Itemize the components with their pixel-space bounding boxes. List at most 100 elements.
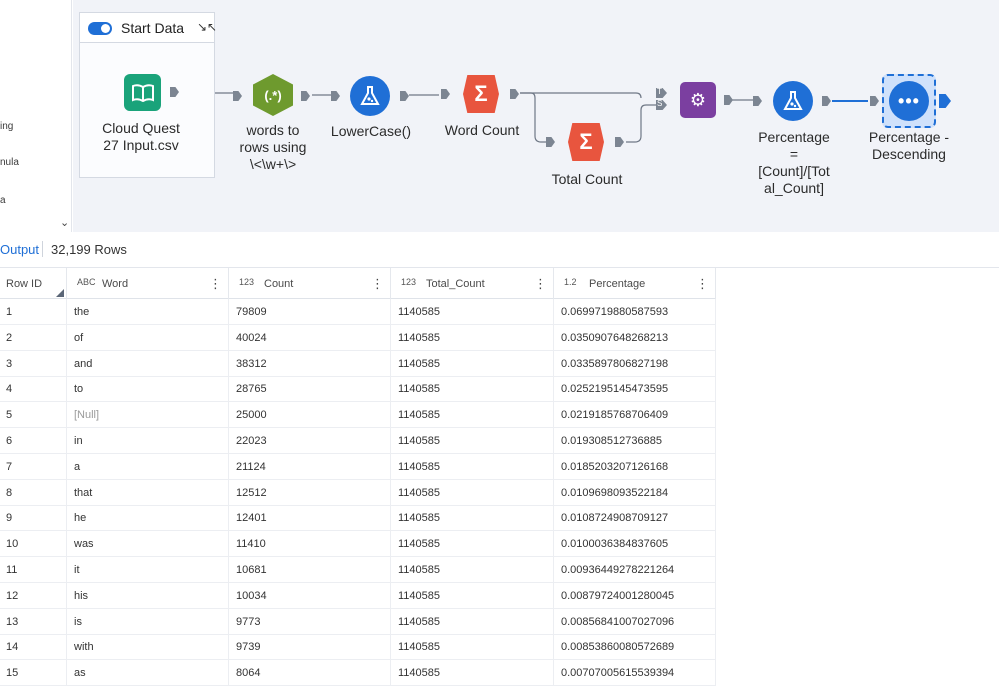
tool-totalcount[interactable]: Σ xyxy=(546,123,628,163)
cell-row-id[interactable]: 9 xyxy=(0,505,67,532)
tool-wordcount[interactable]: Σ xyxy=(441,75,523,115)
input-anchor[interactable] xyxy=(441,89,450,99)
cell-count[interactable]: 40024 xyxy=(229,324,391,351)
column-header-total-count[interactable]: 123 Total_Count ⋮ xyxy=(391,268,554,299)
cell-percentage[interactable]: 0.0335897806827198 xyxy=(554,350,716,377)
cell-word[interactable]: was xyxy=(67,531,229,558)
output-anchor[interactable] xyxy=(170,87,179,97)
cell-total-count[interactable]: 1140585 xyxy=(391,324,554,351)
output-label[interactable]: Output xyxy=(0,242,39,257)
cell-count[interactable]: 10681 xyxy=(229,557,391,583)
cell-percentage[interactable]: 0.0350907648268213 xyxy=(554,324,716,351)
column-header-word[interactable]: ABC Word ⋮ xyxy=(67,268,229,299)
cell-count[interactable]: 10034 xyxy=(229,582,391,609)
cell-percentage[interactable]: 0.0100036384837605 xyxy=(554,531,716,558)
output-anchor[interactable] xyxy=(301,91,310,101)
cell-total-count[interactable]: 1140585 xyxy=(391,557,554,583)
cell-word[interactable]: in xyxy=(67,428,229,454)
cell-word[interactable]: is xyxy=(67,608,229,635)
cell-row-id[interactable]: 2 xyxy=(0,324,67,351)
tool-input[interactable] xyxy=(121,72,181,112)
column-menu-icon[interactable]: ⋮ xyxy=(209,276,222,292)
table-row[interactable]: 7 a 21124 1140585 0.0185203207126168 xyxy=(0,453,716,480)
cell-total-count[interactable]: 1140585 xyxy=(391,402,554,429)
column-menu-icon[interactable]: ⋮ xyxy=(534,276,547,292)
cell-count[interactable]: 12512 xyxy=(229,479,391,506)
cell-total-count[interactable]: 1140585 xyxy=(391,531,554,558)
cell-total-count[interactable]: 1140585 xyxy=(391,634,554,661)
cell-percentage[interactable]: 0.019308512736885 xyxy=(554,428,716,454)
cell-count[interactable]: 21124 xyxy=(229,453,391,480)
table-row[interactable]: 15 as 8064 1140585 0.00707005615539394 xyxy=(0,660,716,686)
palette-item[interactable]: a xyxy=(0,195,6,206)
cell-count[interactable]: 8064 xyxy=(229,660,391,686)
cell-row-id[interactable]: 10 xyxy=(0,531,67,558)
table-row[interactable]: 2 of 40024 1140585 0.0350907648268213 xyxy=(0,324,716,351)
cell-word[interactable]: and xyxy=(67,350,229,377)
cell-count[interactable]: 22023 xyxy=(229,428,391,454)
table-row[interactable]: 3 and 38312 1140585 0.0335897806827198 xyxy=(0,350,716,377)
input-anchor[interactable] xyxy=(546,137,555,147)
table-row[interactable]: 12 his 10034 1140585 0.00879724001280045 xyxy=(0,582,716,609)
output-anchor[interactable] xyxy=(939,94,951,108)
cell-word[interactable]: a xyxy=(67,453,229,480)
collapse-icon[interactable]: ↘↖ xyxy=(197,20,217,34)
table-row[interactable]: 10 was 11410 1140585 0.0100036384837605 xyxy=(0,531,716,558)
cell-row-id[interactable]: 5 xyxy=(0,402,67,429)
cell-total-count[interactable]: 1140585 xyxy=(391,505,554,532)
table-row[interactable]: 14 with 9739 1140585 0.00853860080572689 xyxy=(0,634,716,661)
tool-append-fields[interactable]: T S ⚙ xyxy=(656,82,736,120)
output-anchor[interactable] xyxy=(724,95,733,105)
cell-word[interactable]: he xyxy=(67,505,229,532)
cell-total-count[interactable]: 1140585 xyxy=(391,582,554,609)
table-row[interactable]: 4 to 28765 1140585 0.0252195145473595 xyxy=(0,376,716,403)
cell-row-id[interactable]: 7 xyxy=(0,453,67,480)
cell-word[interactable]: with xyxy=(67,634,229,661)
output-anchor[interactable] xyxy=(822,96,831,106)
cell-word[interactable]: that xyxy=(67,479,229,506)
column-header-count[interactable]: 123 Count ⋮ xyxy=(229,268,391,299)
cell-total-count[interactable]: 1140585 xyxy=(391,660,554,686)
tool-regex[interactable]: (.*) xyxy=(233,74,313,116)
column-menu-icon[interactable]: ⋮ xyxy=(696,276,709,292)
cell-word[interactable]: of xyxy=(67,324,229,351)
cell-count[interactable]: 38312 xyxy=(229,350,391,377)
cell-percentage[interactable]: 0.0219185768706409 xyxy=(554,402,716,429)
cell-count[interactable]: 25000 xyxy=(229,402,391,429)
cell-count[interactable]: 9739 xyxy=(229,634,391,661)
column-menu-icon[interactable]: ⋮ xyxy=(371,276,384,292)
column-header-rowid[interactable]: Row ID xyxy=(0,268,67,299)
cell-row-id[interactable]: 15 xyxy=(0,660,67,686)
cell-percentage[interactable]: 0.00936449278221264 xyxy=(554,557,716,583)
cell-total-count[interactable]: 1140585 xyxy=(391,299,554,325)
cell-row-id[interactable]: 11 xyxy=(0,557,67,583)
output-anchor[interactable] xyxy=(400,91,409,101)
cell-row-id[interactable]: 13 xyxy=(0,608,67,635)
cell-row-id[interactable]: 8 xyxy=(0,479,67,506)
output-anchor[interactable] xyxy=(510,89,519,99)
cell-word[interactable]: [Null] xyxy=(67,402,229,429)
cell-count[interactable]: 12401 xyxy=(229,505,391,532)
cell-row-id[interactable]: 14 xyxy=(0,634,67,661)
chevron-down-icon[interactable]: ⌄ xyxy=(60,216,69,229)
table-row[interactable]: 6 in 22023 1140585 0.019308512736885 xyxy=(0,428,716,454)
table-row[interactable]: 11 it 10681 1140585 0.00936449278221264 xyxy=(0,557,716,583)
cell-row-id[interactable]: 12 xyxy=(0,582,67,609)
palette-item[interactable]: ing xyxy=(0,121,13,132)
cell-count[interactable]: 28765 xyxy=(229,376,391,403)
cell-count[interactable]: 79809 xyxy=(229,299,391,325)
palette-item[interactable]: nula xyxy=(0,157,19,168)
input-anchor[interactable] xyxy=(753,96,762,106)
cell-row-id[interactable]: 4 xyxy=(0,376,67,403)
cell-percentage[interactable]: 0.0109698093522184 xyxy=(554,479,716,506)
tool-sort[interactable]: ••• xyxy=(870,72,952,130)
container-toggle[interactable] xyxy=(88,22,112,35)
table-row[interactable]: 13 is 9773 1140585 0.00856841007027096 xyxy=(0,608,716,635)
cell-total-count[interactable]: 1140585 xyxy=(391,350,554,377)
cell-word[interactable]: the xyxy=(67,299,229,325)
input-anchor[interactable] xyxy=(331,91,340,101)
cell-row-id[interactable]: 6 xyxy=(0,428,67,454)
cell-word[interactable]: as xyxy=(67,660,229,686)
column-header-percentage[interactable]: 1.2 Percentage ⋮ xyxy=(554,268,716,299)
input-anchor[interactable] xyxy=(870,96,879,106)
